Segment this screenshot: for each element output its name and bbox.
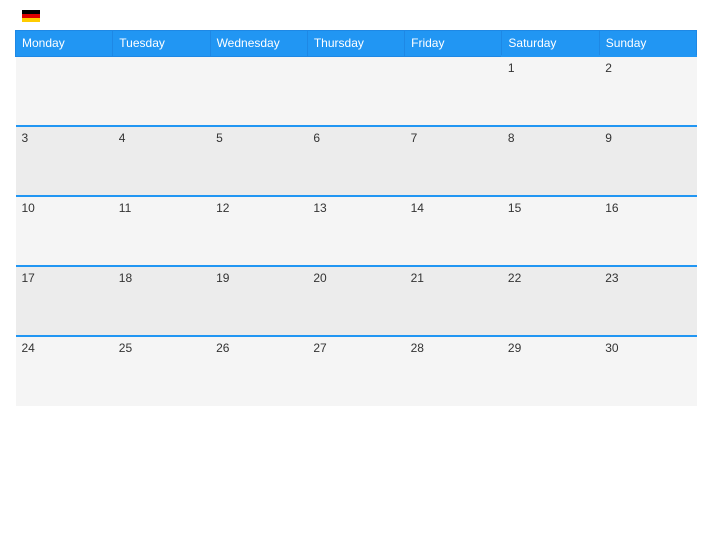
weekday-header-thursday: Thursday xyxy=(307,31,404,57)
day-number: 26 xyxy=(216,341,229,355)
day-number: 11 xyxy=(119,201,131,215)
calendar-cell: 9 xyxy=(599,126,696,196)
day-number: 7 xyxy=(411,131,418,145)
calendar-cell: 8 xyxy=(502,126,599,196)
calendar-cell: 4 xyxy=(113,126,210,196)
week-row-3: 10 11 12 13 14 15 16 xyxy=(16,196,697,266)
weekday-header-tuesday: Tuesday xyxy=(113,31,210,57)
week-row-5: 24 25 26 27 28 29 30 xyxy=(16,336,697,406)
day-number: 19 xyxy=(216,271,229,285)
calendar-cell: 21 xyxy=(405,266,502,336)
week-row-1: 12 xyxy=(16,56,697,126)
day-number: 8 xyxy=(508,131,515,145)
day-number: 3 xyxy=(22,131,29,145)
calendar-table: MondayTuesdayWednesdayThursdayFridaySatu… xyxy=(15,30,697,406)
day-number: 21 xyxy=(411,271,424,285)
calendar-cell xyxy=(16,56,113,126)
calendar-cell: 24 xyxy=(16,336,113,406)
calendar-cell: 27 xyxy=(307,336,404,406)
calendar-cell: 25 xyxy=(113,336,210,406)
calendar-cell: 29 xyxy=(502,336,599,406)
calendar-cell: 30 xyxy=(599,336,696,406)
week-row-4: 17 18 19 20 21 22 23 xyxy=(16,266,697,336)
weekday-header-saturday: Saturday xyxy=(502,31,599,57)
weekday-header-row: MondayTuesdayWednesdayThursdayFridaySatu… xyxy=(16,31,697,57)
week-row-2: 3 4 5 6 7 8 9 xyxy=(16,126,697,196)
day-number: 25 xyxy=(119,341,132,355)
day-number: 28 xyxy=(411,341,424,355)
day-number: 9 xyxy=(605,131,612,145)
day-number: 14 xyxy=(411,201,424,215)
day-number: 17 xyxy=(22,271,35,285)
calendar-cell: 5 xyxy=(210,126,307,196)
day-number: 20 xyxy=(313,271,326,285)
day-number: 16 xyxy=(605,201,618,215)
day-number: 6 xyxy=(313,131,320,145)
weekday-header-wednesday: Wednesday xyxy=(210,31,307,57)
day-number: 29 xyxy=(508,341,521,355)
calendar-cell: 15 xyxy=(502,196,599,266)
day-number: 27 xyxy=(313,341,326,355)
day-number: 23 xyxy=(605,271,618,285)
weekday-header-monday: Monday xyxy=(16,31,113,57)
calendar-cell: 19 xyxy=(210,266,307,336)
calendar-cell: 20 xyxy=(307,266,404,336)
calendar-cell: 17 xyxy=(16,266,113,336)
calendar-cell: 12 xyxy=(210,196,307,266)
calendar-cell: 10 xyxy=(16,196,113,266)
calendar-cell xyxy=(113,56,210,126)
day-number: 12 xyxy=(216,201,229,215)
calendar-cell xyxy=(405,56,502,126)
calendar-cell: 22 xyxy=(502,266,599,336)
day-number: 30 xyxy=(605,341,618,355)
calendar-cell: 3 xyxy=(16,126,113,196)
day-number: 4 xyxy=(119,131,126,145)
day-number: 24 xyxy=(22,341,35,355)
calendar-cell xyxy=(210,56,307,126)
calendar-cell: 13 xyxy=(307,196,404,266)
calendar-body: 1234567891011121314151617181920212223242… xyxy=(16,56,697,406)
calendar-cell xyxy=(307,56,404,126)
calendar-cell: 1 xyxy=(502,56,599,126)
logo xyxy=(20,10,40,22)
calendar-container: MondayTuesdayWednesdayThursdayFridaySatu… xyxy=(0,0,712,550)
day-number: 22 xyxy=(508,271,521,285)
calendar-cell: 18 xyxy=(113,266,210,336)
calendar-cell: 2 xyxy=(599,56,696,126)
calendar-cell: 28 xyxy=(405,336,502,406)
calendar-cell: 7 xyxy=(405,126,502,196)
weekday-header-sunday: Sunday xyxy=(599,31,696,57)
day-number: 2 xyxy=(605,61,612,75)
calendar-cell: 26 xyxy=(210,336,307,406)
calendar-cell: 11 xyxy=(113,196,210,266)
day-number: 5 xyxy=(216,131,223,145)
day-number: 15 xyxy=(508,201,521,215)
flag-icon xyxy=(22,10,40,22)
calendar-cell: 14 xyxy=(405,196,502,266)
day-number: 13 xyxy=(313,201,326,215)
calendar-cell: 23 xyxy=(599,266,696,336)
weekday-header-friday: Friday xyxy=(405,31,502,57)
day-number: 10 xyxy=(22,201,35,215)
calendar-cell: 6 xyxy=(307,126,404,196)
calendar-cell: 16 xyxy=(599,196,696,266)
day-number: 1 xyxy=(508,61,515,75)
day-number: 18 xyxy=(119,271,132,285)
calendar-header xyxy=(15,10,697,22)
